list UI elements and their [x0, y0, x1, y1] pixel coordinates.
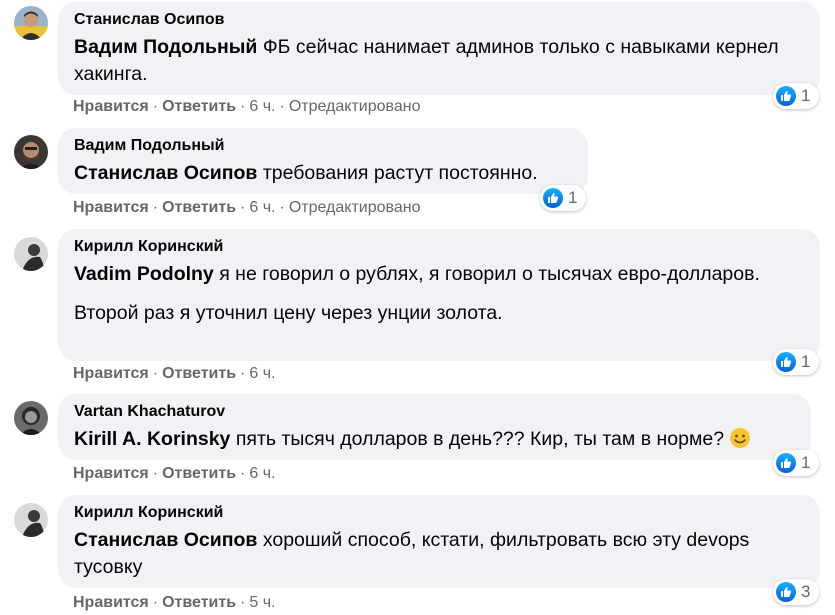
avatar-photo	[14, 401, 48, 435]
comment-bubble: Кирилл Коринский Vadim Podolny я не гово…	[58, 229, 820, 361]
avatar[interactable]	[14, 401, 48, 435]
like-button[interactable]: Нравится	[73, 199, 149, 216]
comment-bubble: Кирилл Коринский Станислав Осипов хороши…	[58, 495, 820, 588]
comment-text: Kirill A. Korinsky пять тысяч долларов в…	[74, 426, 795, 457]
timestamp[interactable]: 5 ч.	[249, 594, 275, 611]
comment-text: Станислав Осипов хороший способ, кстати,…	[74, 527, 804, 581]
reaction-badge[interactable]: 3	[773, 579, 819, 605]
comment-text: Станислав Осипов требования растут посто…	[74, 160, 572, 187]
comment-author[interactable]: Vartan Khachaturov	[74, 402, 795, 422]
edited-label: Отредактировано	[288, 98, 421, 115]
comment-body: пять тысяч долларов в день??? Кир, ты та…	[235, 428, 725, 450]
comment-author[interactable]: Вадим Подольный	[74, 136, 572, 156]
comment-body: я не говорил о рублях, я говорил о тысяч…	[219, 263, 760, 285]
edited-label: Отредактировано	[288, 199, 421, 216]
smiling-face-emoji	[729, 427, 751, 457]
reaction-badge[interactable]: 1	[540, 185, 586, 211]
like-icon	[776, 582, 796, 602]
comment-bubble: Станислав Осипов Вадим Подольный ФБ сейч…	[58, 2, 820, 95]
comment-text-paragraph: Второй раз я уточнил цену через унции зо…	[74, 302, 503, 324]
reaction-count: 1	[801, 86, 811, 105]
avatar-photo	[14, 503, 48, 537]
timestamp[interactable]: 6 ч.	[249, 465, 275, 482]
comment-bubble: Vartan Khachaturov Kirill A. Korinsky пя…	[58, 394, 811, 460]
reply-button[interactable]: Ответить	[162, 98, 236, 115]
reaction-badge[interactable]: 1	[773, 83, 819, 109]
reply-button[interactable]: Ответить	[162, 365, 236, 382]
avatar-photo	[14, 237, 48, 271]
avatar[interactable]	[14, 135, 48, 169]
comment-actions: Нравится · Ответить · 5 ч.	[73, 594, 276, 611]
comment-actions: Нравится · Ответить · 6 ч. · Отредактировано	[73, 199, 421, 216]
avatar-photo	[14, 6, 48, 40]
comment-author[interactable]: Станислав Осипов	[74, 10, 804, 30]
reaction-count: 1	[568, 188, 578, 207]
comment-body: требования растут постоянно.	[262, 162, 538, 184]
avatar[interactable]	[14, 503, 48, 537]
avatar[interactable]	[14, 6, 48, 40]
comment-author[interactable]: Кирилл Коринский	[74, 237, 804, 257]
avatar[interactable]	[14, 237, 48, 271]
mention-link[interactable]: Kirill A. Korinsky	[74, 428, 230, 450]
timestamp[interactable]: 6 ч.	[249, 365, 275, 382]
mention-link[interactable]: Станислав Осипов	[74, 529, 257, 551]
comment-author[interactable]: Кирилл Коринский	[74, 503, 804, 523]
reaction-badge[interactable]: 1	[773, 349, 819, 375]
like-icon	[776, 352, 796, 372]
like-button[interactable]: Нравится	[73, 365, 149, 382]
reaction-count: 1	[801, 352, 811, 371]
like-icon	[776, 453, 796, 473]
timestamp[interactable]: 6 ч.	[249, 98, 275, 115]
reply-button[interactable]: Ответить	[162, 465, 236, 482]
comment-bubble: Вадим Подольный Станислав Осипов требова…	[58, 128, 588, 194]
comment-actions: Нравится · Ответить · 6 ч.	[73, 365, 276, 382]
mention-link[interactable]: Вадим Подольный	[74, 36, 257, 58]
avatar-photo	[14, 135, 48, 169]
like-icon	[776, 86, 796, 106]
like-button[interactable]: Нравится	[73, 98, 149, 115]
like-button[interactable]: Нравится	[73, 465, 149, 482]
reply-button[interactable]: Ответить	[162, 594, 236, 611]
like-icon	[543, 188, 563, 208]
timestamp[interactable]: 6 ч.	[249, 199, 275, 216]
reply-button[interactable]: Ответить	[162, 199, 236, 216]
mention-link[interactable]: Станислав Осипов	[74, 162, 257, 184]
reaction-badge[interactable]: 1	[773, 450, 819, 476]
comment-text: Vadim Podolny я не говорил о рублях, я г…	[74, 261, 804, 288]
reaction-count: 1	[801, 453, 811, 472]
mention-link[interactable]: Vadim Podolny	[74, 263, 214, 285]
comment-text: Вадим Подольный ФБ сейчас нанимает админ…	[74, 34, 804, 88]
comment-actions: Нравится · Ответить · 6 ч. · Отредактировано	[73, 98, 421, 115]
reaction-count: 3	[801, 582, 811, 601]
like-button[interactable]: Нравится	[73, 594, 149, 611]
comment-actions: Нравится · Ответить · 6 ч.	[73, 465, 276, 482]
